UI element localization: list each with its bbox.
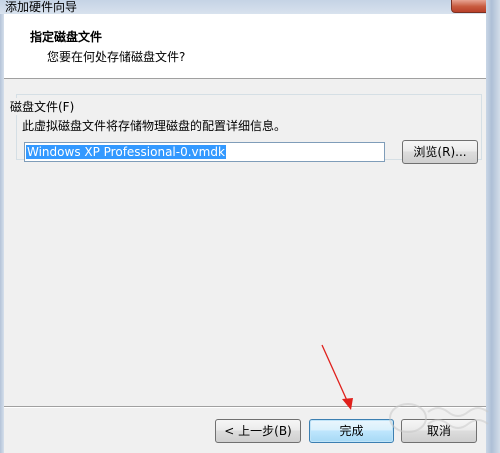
window-frame-right [486,0,500,453]
disk-file-description: 此虚拟磁盘文件将存储物理磁盘的配置详细信息。 [22,119,287,133]
add-hardware-wizard-window: 添加硬件向导 指定磁盘文件 您要在何处存储磁盘文件? 磁盘文件(F) 此虚拟磁盘… [0,0,500,453]
back-button[interactable]: < 上一步(B) [215,419,301,443]
disk-file-input[interactable]: Windows XP Professional-0.vmdk [24,142,385,162]
watermark-logo [389,403,489,433]
browse-button[interactable]: 浏览(R)... [402,140,478,164]
page-title: 指定磁盘文件 [30,30,103,44]
title-bar[interactable]: 添加硬件向导 [0,0,500,14]
disk-file-group-label: 磁盘文件(F) [8,98,77,115]
page-subtitle: 您要在何处存储磁盘文件? [47,50,186,64]
disk-file-input-value: Windows XP Professional-0.vmdk [26,145,226,159]
finish-button[interactable]: 完成 [309,419,394,443]
wizard-content: 指定磁盘文件 您要在何处存储磁盘文件? 磁盘文件(F) 此虚拟磁盘文件将存储物理… [4,14,486,453]
wizard-header: 指定磁盘文件 您要在何处存储磁盘文件? [4,14,486,79]
window-title: 添加硬件向导 [5,0,78,14]
